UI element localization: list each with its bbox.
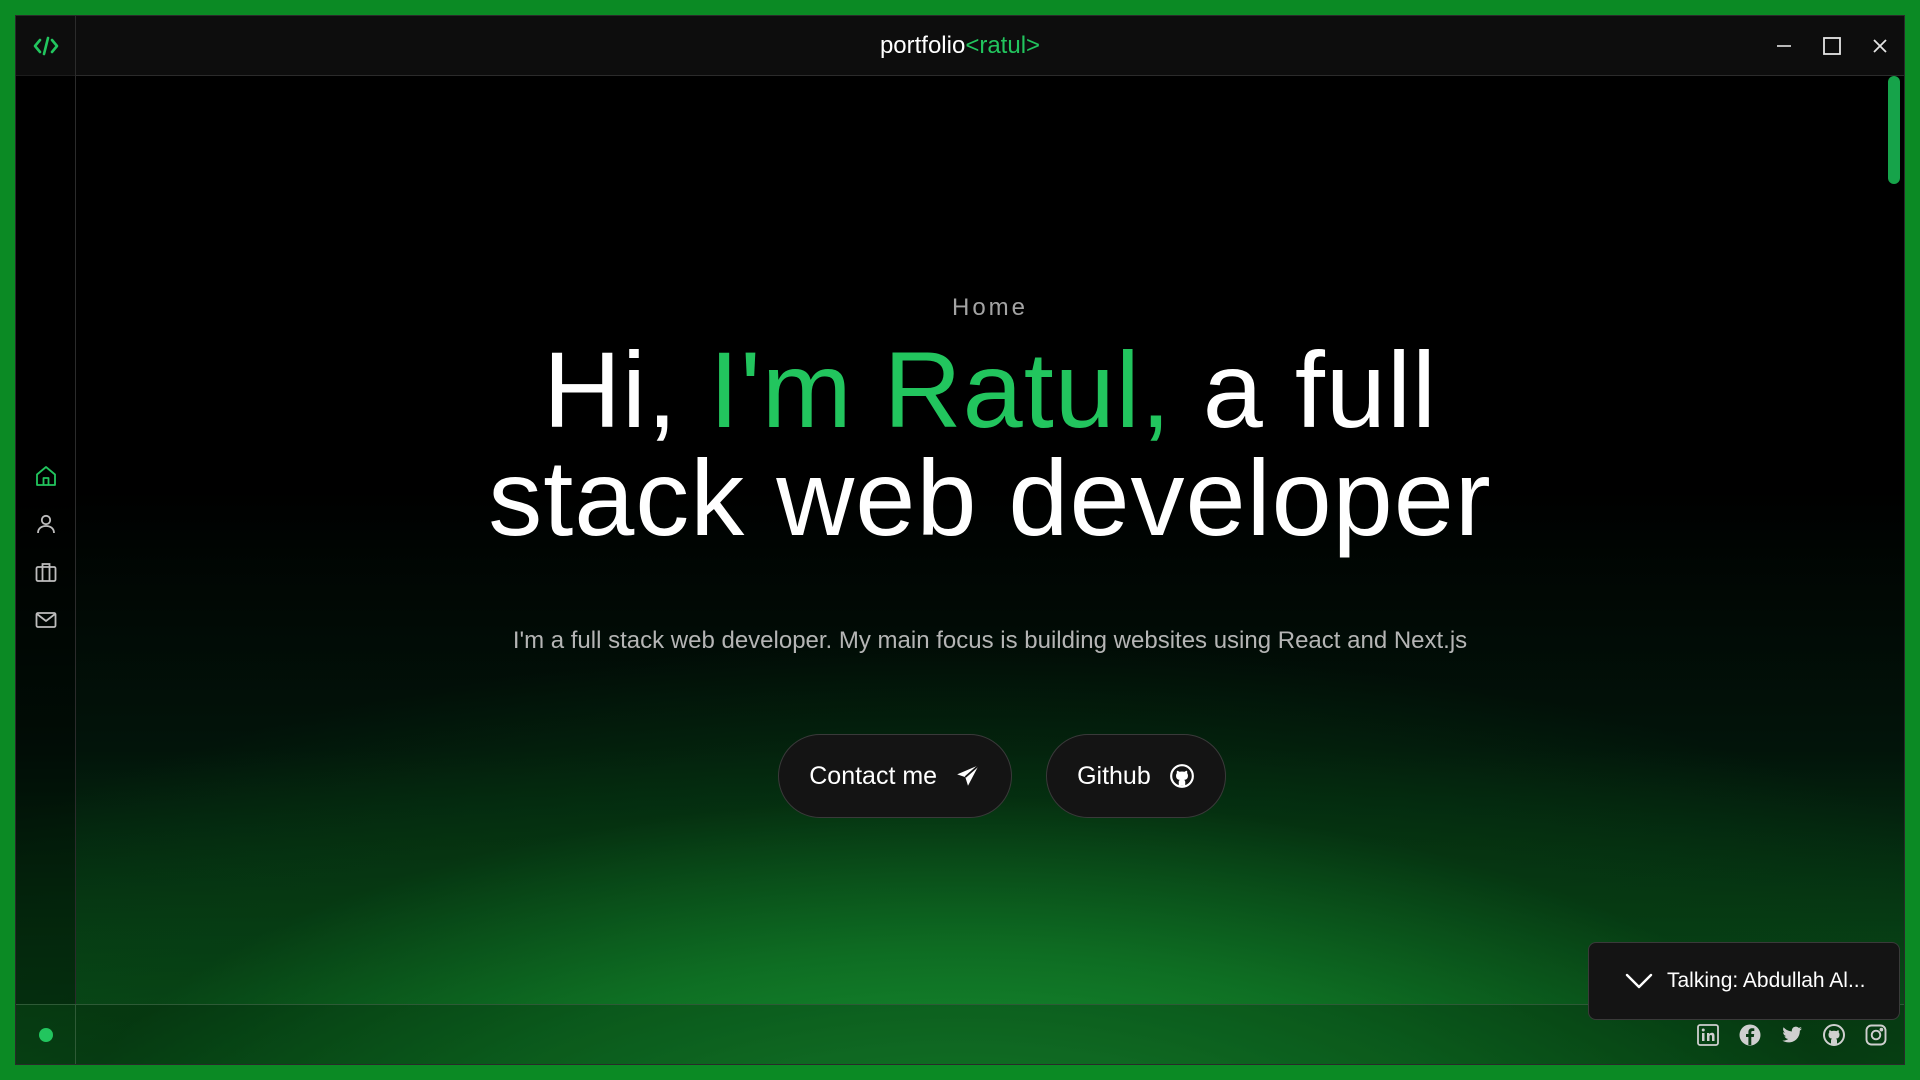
facebook-icon [1739,1024,1761,1045]
hero-section: Home Hi, I'm Ratul, a full stack web dev… [76,76,1904,1004]
talking-label: Talking: Abdullah Al... [1667,969,1866,992]
github-button[interactable]: Github [1046,734,1226,818]
title-accent: <ratul> [965,31,1041,59]
minimize-button[interactable] [1760,16,1808,75]
window-controls [1760,16,1904,75]
online-status-dot [38,1027,53,1042]
sidebar-nav [16,463,75,633]
linkedin-link[interactable] [1694,1021,1722,1049]
hero-subtitle: I'm a full stack web developer. My main … [512,627,1468,654]
user-icon [36,514,55,534]
github-icon [1169,764,1194,788]
maximize-icon [1823,36,1841,55]
headline-line2: stack web developer [488,437,1492,558]
github-button-label: Github [1077,761,1151,790]
contact-button-label: Contact me [809,761,938,790]
app-window: portfolio <ratul> Home Hi, I'm Ratul, a … [15,15,1905,1065]
cta-row: Contact me Github [76,734,1904,818]
close-button[interactable] [1856,16,1904,75]
title-main: portfolio [879,31,966,59]
send-icon [957,764,980,786]
instagram-link[interactable] [1862,1021,1890,1049]
close-icon [1873,38,1887,53]
hero-headline: Hi, I'm Ratul, a full stack web develope… [76,336,1904,552]
briefcase-icon [35,563,56,582]
github-link[interactable] [1820,1021,1848,1049]
twitter-icon [1782,1026,1802,1042]
sidebar-item-home[interactable] [28,463,64,489]
maximize-button[interactable] [1808,16,1856,75]
contact-button[interactable]: Contact me [778,734,1013,818]
sidebar-item-contact[interactable] [28,607,64,633]
voice-talking-toast[interactable]: Talking: Abdullah Al... [1588,942,1900,1020]
title-bar: portfolio <ratul> [16,16,1904,76]
sidebar-item-projects[interactable] [28,559,64,585]
linkedin-icon [1697,1023,1719,1046]
code-logo-icon[interactable] [16,16,76,75]
facebook-link[interactable] [1736,1021,1764,1049]
github-icon [1823,1023,1845,1046]
window-title: portfolio <ratul> [16,16,1904,75]
instagram-icon [1865,1024,1887,1045]
mail-icon [35,612,56,628]
minimize-icon [1777,44,1791,47]
chevron-down-icon [1625,973,1653,989]
headline-part1: Hi, [543,329,710,450]
home-icon [35,466,56,486]
sidebar-item-about[interactable] [28,511,64,537]
sidebar [16,75,76,1005]
section-label: Home [951,294,1029,321]
twitter-link[interactable] [1778,1021,1806,1049]
headline-part2: a full [1171,329,1437,450]
status-indicator [16,1005,76,1064]
headline-name: I'm Ratul, [709,329,1172,450]
